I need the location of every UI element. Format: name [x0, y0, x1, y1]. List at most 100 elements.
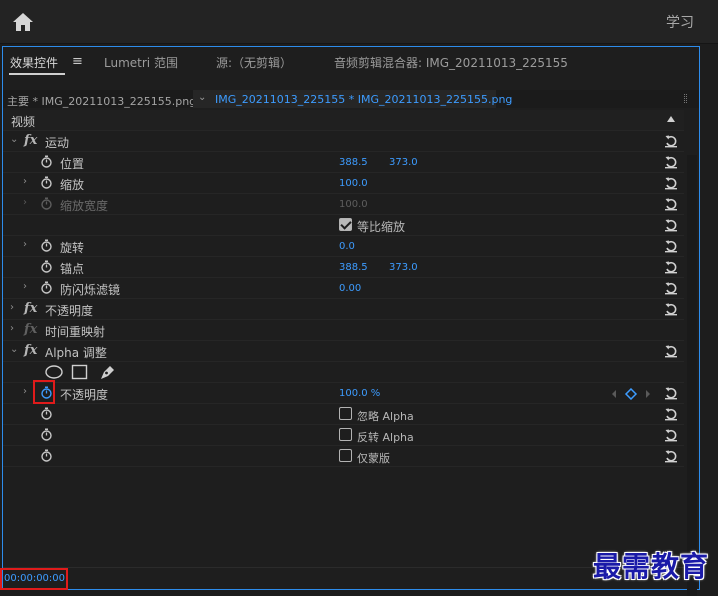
- rectangle-mask-icon[interactable]: [71, 364, 88, 380]
- mask-only-label: 仅蒙版: [357, 452, 390, 465]
- effect-controls-panel: 效果控件 ≡ Lumetri 范围 源:（无剪辑） 音频剪辑混合器: IMG_2…: [2, 46, 700, 596]
- reset-icon[interactable]: [664, 449, 678, 463]
- learn-tab[interactable]: 学习: [666, 12, 694, 32]
- watermark-logo: 最需教育: [593, 550, 710, 583]
- reset-icon[interactable]: [664, 218, 678, 232]
- stopwatch-icon[interactable]: [40, 449, 53, 462]
- sequence-clip-dropdown[interactable]: ⌄ IMG_20211013_225155 * IMG_20211013_225…: [193, 90, 512, 108]
- reset-icon[interactable]: [664, 134, 678, 148]
- stopwatch-icon[interactable]: [40, 428, 53, 441]
- scale-value[interactable]: 100.0: [339, 178, 368, 189]
- chevron-down-icon[interactable]: ⌄: [10, 134, 18, 145]
- chevron-right-icon[interactable]: ›: [23, 386, 27, 397]
- reset-icon[interactable]: [664, 302, 678, 316]
- effect-opacity-label: 不透明度: [45, 304, 94, 318]
- chevron-right-icon[interactable]: ›: [23, 281, 27, 292]
- param-mask-only: 仅蒙版: [3, 446, 684, 467]
- param-antiflicker-label: 防闪烁滤镜: [60, 283, 121, 297]
- ellipse-mask-icon[interactable]: [44, 364, 64, 380]
- reset-icon[interactable]: [664, 281, 678, 295]
- tab-lumetri-scopes[interactable]: Lumetri 范围: [104, 54, 178, 71]
- tab-effect-controls[interactable]: 效果控件: [10, 54, 58, 71]
- position-x-value[interactable]: 388.5: [339, 157, 368, 168]
- param-scale: › 缩放 100.0: [3, 173, 684, 194]
- stopwatch-icon: [41, 197, 52, 210]
- source-selector-row: 主要 * IMG_20211013_225155.png ⌄ IMG_20211…: [3, 90, 699, 108]
- position-y-value[interactable]: 373.0: [389, 157, 418, 168]
- reset-icon[interactable]: [664, 428, 678, 442]
- chevron-right-icon: ›: [23, 197, 27, 208]
- effect-motion-label: 运动: [45, 136, 70, 150]
- effect-alpha-adjust[interactable]: ⌄ fx Alpha 调整: [3, 341, 684, 362]
- stopwatch-icon[interactable]: [40, 155, 53, 168]
- vertical-scrollbar[interactable]: [687, 155, 697, 596]
- master-clip-label[interactable]: 主要 * IMG_20211013_225155.png: [7, 93, 196, 109]
- scale-width-value: 100.0: [339, 199, 368, 210]
- reset-icon[interactable]: [664, 407, 678, 421]
- fx-icon[interactable]: fx: [24, 301, 37, 316]
- reset-icon[interactable]: [664, 386, 678, 400]
- grip-handle-icon[interactable]: [684, 94, 687, 103]
- param-position-label: 位置: [60, 157, 85, 171]
- anchor-x-value[interactable]: 388.5: [339, 262, 368, 273]
- reset-icon[interactable]: [664, 176, 678, 190]
- highlight-box-stopwatch: [33, 380, 55, 404]
- param-antiflicker: › 防闪烁滤镜 0.00: [3, 278, 684, 299]
- param-position: 位置 388.5 373.0: [3, 152, 684, 173]
- pen-mask-icon[interactable]: [98, 364, 116, 380]
- invert-alpha-label: 反转 Alpha: [357, 431, 414, 444]
- tab-audio-clip-mixer[interactable]: 音频剪辑混合器: IMG_20211013_225155: [334, 54, 568, 71]
- reset-icon[interactable]: [664, 344, 678, 358]
- param-anchor-label: 锚点: [60, 262, 85, 276]
- mask-only-checkbox[interactable]: [339, 449, 352, 462]
- keyframe-navigator[interactable]: [611, 388, 651, 400]
- reset-icon[interactable]: [664, 260, 678, 274]
- reset-icon[interactable]: [664, 239, 678, 253]
- stopwatch-icon[interactable]: [40, 407, 53, 420]
- uniform-scale-checkbox[interactable]: [339, 218, 352, 231]
- top-bar: 学习: [0, 0, 718, 44]
- param-ignore-alpha: 忽略 Alpha: [3, 404, 684, 425]
- fx-icon: fx: [24, 322, 38, 337]
- chevron-right-icon[interactable]: ›: [23, 176, 27, 187]
- tab-source[interactable]: 源:（无剪辑）: [216, 54, 292, 71]
- chevron-right-icon[interactable]: ›: [10, 323, 14, 334]
- param-scale-width-label: 缩放宽度: [60, 199, 109, 213]
- stopwatch-icon[interactable]: [40, 260, 53, 273]
- uniform-scale-label: 等比缩放: [357, 220, 406, 234]
- param-rotation-label: 旋转: [60, 241, 85, 255]
- chevron-right-icon[interactable]: ›: [10, 302, 14, 313]
- param-alpha-opacity: › 不透明度 100.0 %: [3, 383, 684, 404]
- panel-menu-icon[interactable]: ≡: [72, 54, 83, 69]
- fx-icon[interactable]: fx: [24, 343, 37, 358]
- anchor-y-value[interactable]: 373.0: [389, 262, 418, 273]
- panel-tabs: 效果控件 ≡ Lumetri 范围 源:（无剪辑） 音频剪辑混合器: IMG_2…: [3, 47, 699, 77]
- stopwatch-icon[interactable]: [40, 281, 53, 294]
- reset-icon[interactable]: [664, 197, 678, 211]
- active-tab-underline: [9, 73, 65, 75]
- stopwatch-icon[interactable]: [40, 176, 53, 189]
- fx-icon[interactable]: fx: [24, 133, 37, 148]
- antiflicker-value[interactable]: 0.00: [339, 283, 361, 294]
- section-video: 视频: [3, 110, 684, 131]
- invert-alpha-checkbox[interactable]: [339, 428, 352, 441]
- home-icon[interactable]: [10, 10, 36, 34]
- rotation-value[interactable]: 0.0: [339, 241, 355, 252]
- reset-icon[interactable]: [664, 155, 678, 169]
- mask-tools-row: [3, 362, 684, 383]
- chevron-down-icon[interactable]: ⌄: [10, 344, 18, 355]
- scroll-up-arrow-icon[interactable]: [667, 116, 675, 122]
- param-alpha-opacity-label: 不透明度: [60, 388, 109, 402]
- param-scale-width: › 缩放宽度 100.0: [3, 194, 684, 215]
- effect-opacity[interactable]: › fx 不透明度: [3, 299, 684, 320]
- alpha-opacity-value[interactable]: 100.0 %: [339, 388, 380, 399]
- stopwatch-icon[interactable]: [40, 239, 53, 252]
- param-invert-alpha: 反转 Alpha: [3, 425, 684, 446]
- effect-time-remap[interactable]: › fx 时间重映射: [3, 320, 684, 341]
- chevron-right-icon[interactable]: ›: [23, 239, 27, 250]
- param-uniform-scale: 等比缩放: [3, 215, 684, 236]
- ignore-alpha-checkbox[interactable]: [339, 407, 352, 420]
- chevron-down-icon: ⌄: [198, 92, 207, 103]
- effect-motion[interactable]: ⌄ fx 运动: [3, 131, 684, 152]
- param-anchor-point: 锚点 388.5 373.0: [3, 257, 684, 278]
